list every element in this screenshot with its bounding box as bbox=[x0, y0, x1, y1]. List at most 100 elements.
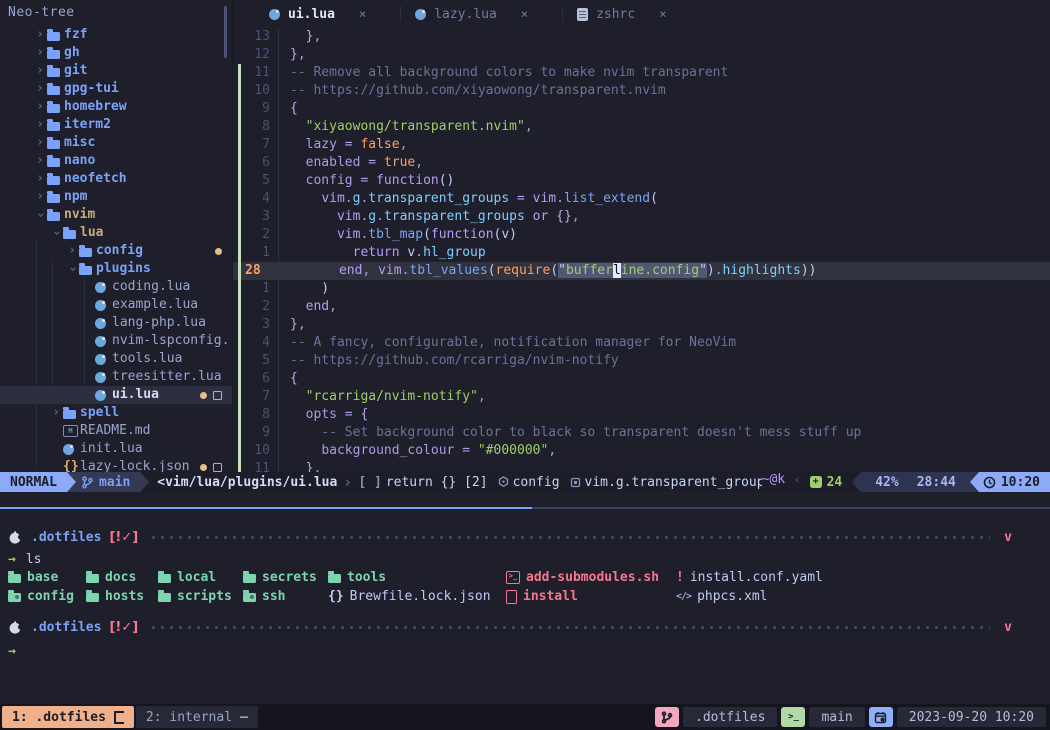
tree-item-config[interactable]: ›config bbox=[0, 242, 232, 260]
chevron-right-icon[interactable]: › bbox=[33, 188, 47, 206]
gutter-separator bbox=[270, 172, 279, 190]
tree-item-init-lua[interactable]: init.lua bbox=[0, 440, 232, 458]
gutter-separator bbox=[270, 226, 279, 244]
chevron-right-icon[interactable]: › bbox=[33, 62, 47, 80]
tree-item-lazy-lock-json[interactable]: {}lazy-lock.json bbox=[0, 458, 232, 472]
tree-item-npm[interactable]: ›npm bbox=[0, 188, 232, 206]
tree-item-label: homebrew bbox=[64, 98, 127, 116]
tree-item-tools-lua[interactable]: tools.lua bbox=[0, 350, 232, 368]
code-line[interactable]: 1 ) bbox=[233, 280, 1050, 298]
tree-item-example-lua[interactable]: example.lua bbox=[0, 296, 232, 314]
gitsigns-added-bar bbox=[238, 172, 241, 190]
code-line[interactable]: 10-- https://github.com/xiyaowong/transp… bbox=[233, 82, 1050, 100]
code-text: "rcarriga/nvim-notify", bbox=[279, 388, 486, 406]
tab-lazy-lua[interactable]: lazy.lua× bbox=[409, 0, 554, 28]
line-number: 6 bbox=[243, 370, 270, 388]
tree-item-coding-lua[interactable]: coding.lua bbox=[0, 278, 232, 296]
code-line[interactable]: 3}, bbox=[233, 316, 1050, 334]
tree-item-nvim[interactable]: ›nvim bbox=[0, 206, 232, 224]
line-number: 2 bbox=[243, 298, 270, 316]
exclamation-icon: ! bbox=[676, 570, 684, 585]
tab-close-icon[interactable]: × bbox=[521, 7, 528, 21]
tab-close-icon[interactable]: × bbox=[359, 7, 366, 21]
chevron-right-icon[interactable]: › bbox=[65, 242, 79, 260]
line-number: 1 bbox=[243, 280, 270, 298]
gitsigns-added-bar bbox=[238, 280, 241, 298]
shell-pane[interactable]: .dotfiles [!✓] v → ls basedocslocalsecre… bbox=[0, 510, 1050, 704]
gitsigns-added-bar bbox=[238, 82, 241, 100]
tab-ui-lua[interactable]: ui.lua× bbox=[263, 0, 392, 28]
tree-item-ui-lua[interactable]: ui.lua bbox=[0, 386, 232, 404]
tmux-window-2-internal[interactable]: 2: internal— bbox=[136, 706, 258, 728]
code-line[interactable]: 7 lazy = false, bbox=[233, 136, 1050, 154]
code-line[interactable]: 13 }, bbox=[233, 28, 1050, 46]
tree-item-plugins[interactable]: ›plugins bbox=[0, 260, 232, 278]
gitsigns-added-bar bbox=[238, 298, 241, 316]
gutter-separator bbox=[270, 316, 279, 334]
chevron-right-icon[interactable]: › bbox=[33, 44, 47, 62]
document-file-icon bbox=[577, 8, 588, 21]
tree-item-neofetch[interactable]: ›neofetch bbox=[0, 170, 232, 188]
code-line[interactable]: 1 return v.hl_group bbox=[233, 244, 1050, 262]
breadcrumb-item: [ ]return {} [2] bbox=[358, 475, 487, 490]
git-branch-label: main bbox=[99, 475, 130, 490]
sidebar-scrollbar[interactable] bbox=[224, 6, 227, 58]
code-line[interactable]: 5-- https://github.com/rcarriga/nvim-not… bbox=[233, 352, 1050, 370]
code-area[interactable]: 13 },12},11-- Remove all background colo… bbox=[233, 28, 1050, 472]
tree-item-gh[interactable]: ›gh bbox=[0, 44, 232, 62]
chevron-right-icon[interactable]: › bbox=[33, 26, 47, 44]
folder-icon bbox=[63, 410, 76, 419]
folder-icon bbox=[86, 574, 99, 583]
code-text: { bbox=[279, 100, 298, 118]
tree-item-git[interactable]: ›git bbox=[0, 62, 232, 80]
code-line[interactable]: 8 "xiyaowong/transparent.nvim", bbox=[233, 118, 1050, 136]
code-line[interactable]: 8 opts = { bbox=[233, 406, 1050, 424]
tree-item-readme-md[interactable]: MREADME.md bbox=[0, 422, 232, 440]
active-prompt[interactable]: → bbox=[8, 642, 16, 660]
code-line[interactable]: 28 end, vim.tbl_values(require("bufferli… bbox=[233, 262, 1050, 280]
tree-item-iterm2[interactable]: ›iterm2 bbox=[0, 116, 232, 134]
tab-close-icon[interactable]: × bbox=[659, 7, 666, 21]
chevron-right-icon[interactable]: › bbox=[33, 170, 47, 188]
lua-file-icon bbox=[95, 390, 106, 401]
code-line[interactable]: 6{ bbox=[233, 370, 1050, 388]
chevron-right-icon[interactable]: › bbox=[33, 134, 47, 152]
gutter-separator bbox=[270, 280, 279, 298]
folder-icon bbox=[47, 140, 60, 149]
tree-item-nano[interactable]: ›nano bbox=[0, 152, 232, 170]
chevron-right-icon[interactable]: › bbox=[33, 98, 47, 116]
tree-item-lua[interactable]: ›lua bbox=[0, 224, 232, 242]
code-line[interactable]: 9 -- Set background color to black so tr… bbox=[233, 424, 1050, 442]
tree-item-lang-php-lua[interactable]: lang-php.lua bbox=[0, 314, 232, 332]
code-line[interactable]: 10 background_colour = "#000000", bbox=[233, 442, 1050, 460]
code-text: end, vim.tbl_values(require("bufferline.… bbox=[281, 262, 816, 280]
tree-item-fzf[interactable]: ›fzf bbox=[0, 26, 232, 44]
tab-zshrc[interactable]: zshrc× bbox=[571, 0, 692, 28]
code-line[interactable]: 5 config = function() bbox=[233, 172, 1050, 190]
tree-item-misc[interactable]: ›misc bbox=[0, 134, 232, 152]
tree-item-gpg-tui[interactable]: ›gpg-tui bbox=[0, 80, 232, 98]
code-line[interactable]: 3 vim.g.transparent_groups or {}, bbox=[233, 208, 1050, 226]
code-line[interactable]: 4 vim.g.transparent_groups = vim.list_ex… bbox=[233, 190, 1050, 208]
session-icon bbox=[655, 707, 679, 727]
code-line[interactable]: 6 enabled = true, bbox=[233, 154, 1050, 172]
chevron-right-icon[interactable]: › bbox=[33, 152, 47, 170]
code-line[interactable]: 9{ bbox=[233, 100, 1050, 118]
tree-item-nvim-lspconfig-[interactable]: nvim-lspconfig. bbox=[0, 332, 232, 350]
code-line[interactable]: 7 "rcarriga/nvim-notify", bbox=[233, 388, 1050, 406]
tmux-datetime: 2023-09-20 10:20 bbox=[897, 707, 1046, 727]
code-line[interactable]: 4-- A fancy, configurable, notification … bbox=[233, 334, 1050, 352]
chevron-right-icon[interactable]: › bbox=[33, 116, 47, 134]
code-line[interactable]: 2 end, bbox=[233, 298, 1050, 316]
chevron-right-icon[interactable]: › bbox=[49, 404, 63, 422]
code-line[interactable]: 2 vim.tbl_map(function(v) bbox=[233, 226, 1050, 244]
tree-item-homebrew[interactable]: › homebrew bbox=[0, 98, 232, 116]
tree-item-treesitter-lua[interactable]: treesitter.lua bbox=[0, 368, 232, 386]
tree-item-spell[interactable]: ›spell bbox=[0, 404, 232, 422]
code-line[interactable]: 12}, bbox=[233, 46, 1050, 64]
code-line[interactable]: 11 }, bbox=[233, 460, 1050, 472]
code-line[interactable]: 11-- Remove all background colors to mak… bbox=[233, 64, 1050, 82]
tmux-window-1-dotfiles[interactable]: 1: .dotfiles bbox=[2, 706, 134, 728]
chevron-right-icon[interactable]: › bbox=[33, 80, 47, 98]
pane-divider[interactable] bbox=[0, 507, 1050, 509]
